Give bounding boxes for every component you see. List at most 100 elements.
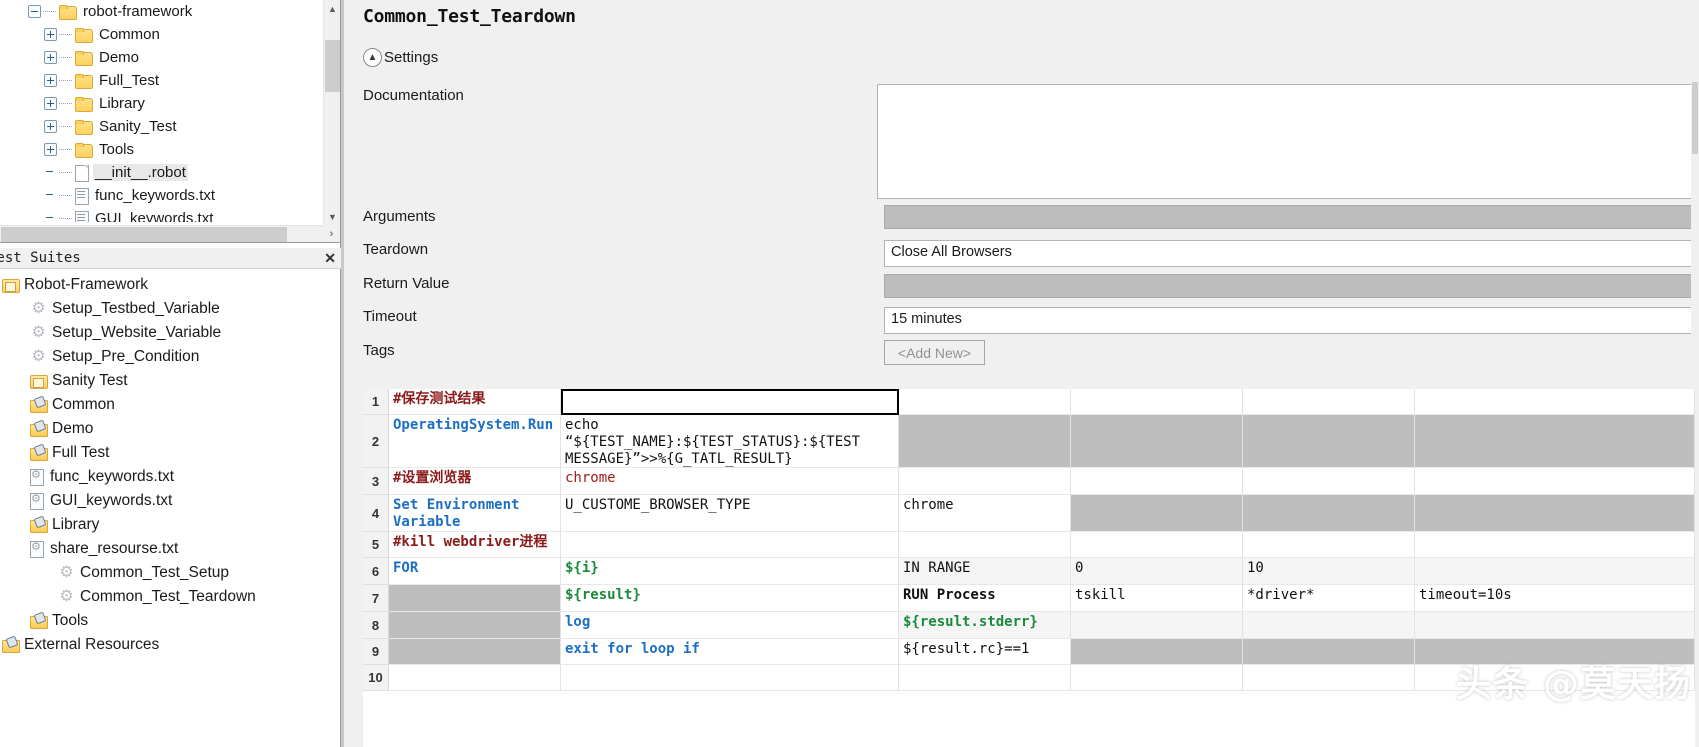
grid-cell[interactable] — [389, 612, 561, 639]
expand-icon[interactable] — [44, 143, 57, 156]
grid-cell[interactable] — [1243, 612, 1415, 639]
suite-tree-item[interactable]: Sanity Test — [0, 369, 341, 393]
tree-item[interactable]: Library — [0, 92, 320, 115]
grid-cell[interactable]: log — [561, 612, 899, 639]
suite-tree-item[interactable]: Common_Test_Teardown — [0, 585, 341, 609]
grid-row[interactable]: 5 #kill webdriver进程 — [363, 532, 1695, 558]
grid-cell[interactable]: echo “${TEST_NAME}:${TEST_STATUS}:${TEST… — [561, 415, 899, 468]
grid-cell[interactable]: U_CUSTOME_BROWSER_TYPE — [561, 495, 899, 532]
grid-cell[interactable] — [389, 585, 561, 612]
expand-icon[interactable] — [44, 28, 57, 41]
settings-section-toggle[interactable]: ▲ Settings — [363, 48, 438, 67]
grid-cell[interactable]: ${result.stderr} — [899, 612, 1071, 639]
grid-cell[interactable] — [1415, 612, 1695, 639]
suite-tree-item[interactable]: share_resourse.txt — [0, 537, 341, 561]
grid-cell[interactable] — [1071, 389, 1243, 415]
grid-cell[interactable] — [1415, 468, 1695, 495]
add-new-tag-button[interactable]: <Add New> — [884, 340, 985, 365]
grid-cell[interactable]: ${i} — [561, 558, 899, 585]
grid-cell[interactable] — [1415, 558, 1695, 585]
close-icon[interactable]: ✕ — [324, 249, 336, 267]
grid-cell[interactable]: IN RANGE — [899, 558, 1071, 585]
grid-cell[interactable] — [389, 639, 561, 665]
grid-cell[interactable] — [1243, 468, 1415, 495]
suite-tree-item[interactable]: Setup_Pre_Condition — [0, 345, 341, 369]
teardown-input[interactable]: Close All Browsers — [884, 240, 1699, 267]
grid-cell[interactable]: FOR — [389, 558, 561, 585]
grid-cell[interactable] — [899, 415, 1071, 468]
grid-row[interactable]: 9 exit for loop if ${result.rc}==1 — [363, 639, 1695, 665]
suite-tree-item[interactable]: External Resources — [0, 633, 341, 657]
chevron-right-icon[interactable]: › — [323, 225, 340, 242]
grid-cell[interactable]: chrome — [561, 468, 899, 495]
grid-cell[interactable] — [899, 665, 1071, 691]
grid-cell[interactable] — [1243, 389, 1415, 415]
suite-tree-item[interactable]: func_keywords.txt — [0, 465, 341, 489]
grid-row[interactable]: 8 log ${result.stderr} — [363, 612, 1695, 639]
grid-cell[interactable] — [1415, 389, 1695, 415]
grid-cell[interactable] — [1243, 665, 1415, 691]
grid-row[interactable]: 4 Set Environment Variable U_CUSTOME_BROWS… — [363, 495, 1695, 532]
test-suites-tree[interactable]: Robot-Framework Setup_Testbed_Variable Set… — [0, 273, 341, 747]
grid-cell[interactable] — [1071, 495, 1243, 532]
suite-tree-item[interactable]: Full Test — [0, 441, 341, 465]
grid-cell[interactable]: Set Environment Variable — [389, 495, 561, 532]
grid-cell[interactable]: *driver* — [1243, 585, 1415, 612]
grid-cell[interactable]: #kill webdriver进程 — [389, 532, 561, 558]
grid-row[interactable]: 1 #保存测试结果 — [363, 389, 1695, 415]
keyword-steps-grid[interactable]: 1 #保存测试结果 2 OperatingSystem.Run echo “${TEST… — [363, 389, 1695, 747]
grid-cell[interactable] — [389, 665, 561, 691]
grid-cell[interactable] — [561, 532, 899, 558]
tree-item[interactable]: Full_Test — [0, 69, 320, 92]
suite-tree-item[interactable]: Common_Test_Setup — [0, 561, 341, 585]
grid-cell[interactable] — [1415, 639, 1695, 665]
grid-cell[interactable] — [1415, 495, 1695, 532]
grid-cell[interactable] — [1071, 665, 1243, 691]
grid-cell[interactable] — [1243, 532, 1415, 558]
grid-cell[interactable]: #设置浏览器 — [389, 468, 561, 495]
grid-row[interactable]: 7 ${result} RUN Process tskill *driver* timeo… — [363, 585, 1695, 612]
file-tree-vertical-scrollbar[interactable]: ▲ ▼ — [323, 0, 340, 225]
grid-cell[interactable]: #保存测试结果 — [389, 389, 561, 415]
scroll-down-icon[interactable]: ▼ — [324, 208, 340, 225]
expand-icon[interactable] — [44, 51, 57, 64]
arguments-input[interactable] — [884, 205, 1699, 229]
scroll-up-icon[interactable]: ▲ — [324, 0, 340, 17]
grid-cell[interactable] — [1243, 639, 1415, 665]
documentation-input[interactable] — [877, 84, 1699, 199]
grid-cell[interactable] — [1071, 468, 1243, 495]
suite-tree-item[interactable]: Setup_Testbed_Variable — [0, 297, 341, 321]
suite-tree-item[interactable]: Demo — [0, 417, 341, 441]
grid-cell[interactable] — [899, 468, 1071, 495]
suite-tree-item[interactable]: Tools — [0, 609, 341, 633]
grid-row[interactable]: 6 FOR ${i} IN RANGE 0 10 — [363, 558, 1695, 585]
file-tree[interactable]: robot-framework Common Demo Full_Test Librar… — [0, 0, 320, 222]
grid-cell[interactable]: OperatingSystem.Run — [389, 415, 561, 468]
grid-cell[interactable] — [1415, 415, 1695, 468]
grid-cell[interactable] — [899, 389, 1071, 415]
suite-tree-item[interactable]: Robot-Framework — [0, 273, 341, 297]
return-value-input[interactable] — [884, 274, 1699, 298]
grid-cell[interactable]: 10 — [1243, 558, 1415, 585]
grid-cell[interactable]: ${result.rc}==1 — [899, 639, 1071, 665]
grid-cell[interactable] — [561, 665, 899, 691]
scrollbar-thumb[interactable] — [1, 227, 287, 242]
scrollbar-thumb[interactable] — [1692, 82, 1698, 154]
tree-item[interactable]: Demo — [0, 46, 320, 69]
expand-icon[interactable] — [44, 97, 57, 110]
suite-tree-item[interactable]: Library — [0, 513, 341, 537]
grid-cell[interactable]: RUN Process — [899, 585, 1071, 612]
grid-cell[interactable] — [1071, 612, 1243, 639]
file-tree-horizontal-scrollbar[interactable] — [0, 225, 323, 242]
expand-icon[interactable] — [44, 120, 57, 133]
grid-cell[interactable] — [1071, 532, 1243, 558]
editor-vertical-scrollbar[interactable] — [1691, 60, 1699, 360]
grid-cell[interactable] — [1415, 665, 1695, 691]
grid-row[interactable]: 2 OperatingSystem.Run echo “${TEST_NAME}:$… — [363, 415, 1695, 468]
suite-tree-item[interactable]: Setup_Website_Variable — [0, 321, 341, 345]
suite-tree-item[interactable]: Common — [0, 393, 341, 417]
grid-cell[interactable] — [899, 532, 1071, 558]
grid-row[interactable]: 10 — [363, 665, 1695, 691]
grid-row[interactable]: 3 #设置浏览器 chrome — [363, 468, 1695, 495]
chevron-up-icon[interactable]: ▲ — [363, 48, 382, 67]
